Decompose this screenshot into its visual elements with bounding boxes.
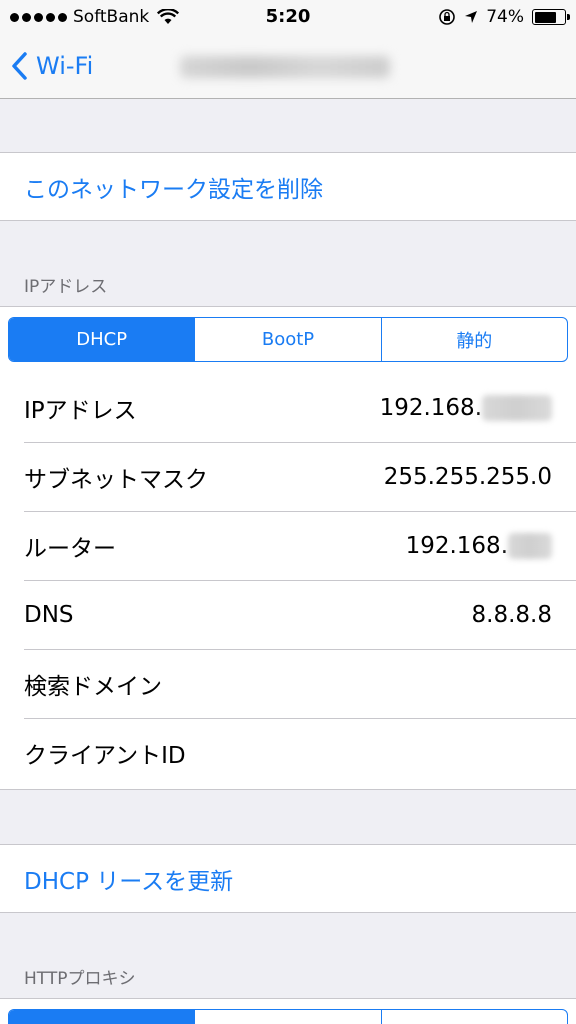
ip-mode-segmented-control: DHCP BootP 静的 [8, 317, 568, 362]
http-proxy-group [0, 998, 576, 1024]
forget-network-button[interactable]: このネットワーク設定を削除 [0, 153, 576, 220]
location-arrow-icon [465, 11, 478, 23]
battery-percent: 74% [486, 7, 524, 27]
ip-rows: IPアドレス 192.168. サブネットマスク 255.255.255.0 ル… [0, 373, 576, 787]
segment-static[interactable]: 静的 [380, 318, 567, 361]
proxy-segment-3[interactable] [380, 1010, 567, 1024]
segment-bootp[interactable]: BootP [194, 318, 380, 361]
row-label: DNS [24, 601, 74, 628]
status-right: 74% [438, 0, 570, 34]
http-proxy-section-header: HTTPプロキシ [24, 969, 136, 989]
row-label: クライアントID [24, 742, 186, 769]
row-client-id[interactable]: クライアントID [0, 718, 576, 787]
proxy-segment-2[interactable] [194, 1010, 380, 1024]
battery-icon [532, 9, 570, 25]
back-button[interactable]: Wi-Fi [10, 51, 93, 81]
row-label: IPアドレス [24, 397, 137, 424]
redacted-value [482, 394, 552, 421]
wifi-icon [157, 9, 180, 24]
rotation-lock-icon [439, 9, 456, 25]
ip-settings-group: DHCP BootP 静的 IPアドレス 192.168. サブネットマスク 2… [0, 306, 576, 790]
network-name-redacted [180, 56, 390, 78]
segment-dhcp[interactable]: DHCP [9, 318, 195, 361]
row-value: 192.168. [379, 394, 552, 421]
chevron-left-icon [12, 52, 27, 80]
row-label: 検索ドメイン [24, 673, 162, 700]
row-router[interactable]: ルーター 192.168. [0, 511, 576, 580]
subnet-mask-value: 255.255.255.0 [383, 463, 552, 490]
status-bar: SoftBank 74% 5:20 [0, 0, 576, 34]
row-label: ルーター [24, 535, 116, 562]
redacted-value [508, 532, 552, 559]
row-search-domain[interactable]: 検索ドメイン [0, 649, 576, 718]
row-ip-address[interactable]: IPアドレス 192.168. [0, 373, 576, 442]
navigation-bar: Wi-Fi [0, 34, 576, 99]
row-dns[interactable]: DNS 8.8.8.8 [0, 580, 576, 649]
row-value: 192.168. [405, 532, 552, 559]
ip-address-value: 192.168. [379, 394, 482, 421]
proxy-segment-1[interactable] [9, 1010, 195, 1024]
renew-lease-button[interactable]: DHCP リースを更新 [0, 845, 576, 912]
proxy-mode-segmented-control [8, 1009, 568, 1024]
signal-strength-icon [10, 12, 67, 22]
row-subnet-mask[interactable]: サブネットマスク 255.255.255.0 [0, 442, 576, 511]
ip-section-header: IPアドレス [24, 277, 108, 297]
forget-network-group: このネットワーク設定を削除 [0, 152, 576, 221]
renew-lease-group: DHCP リースを更新 [0, 844, 576, 913]
dns-value: 8.8.8.8 [471, 601, 552, 628]
row-label: サブネットマスク [24, 466, 208, 493]
carrier-name: SoftBank [73, 7, 150, 27]
router-value: 192.168. [405, 532, 508, 559]
back-button-label: Wi-Fi [36, 52, 94, 80]
